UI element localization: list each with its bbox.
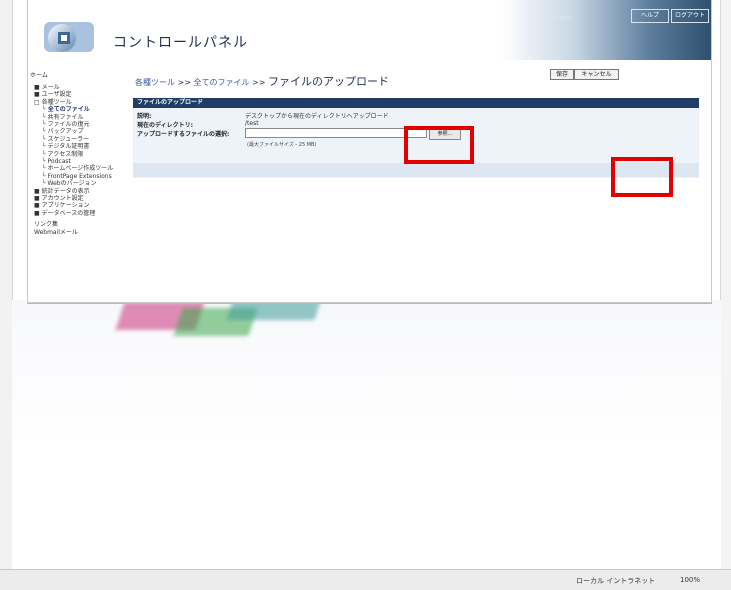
status-bar: ローカル イントラネット 100% [0, 569, 731, 590]
sidebar-item[interactable]: └ Podcast [42, 158, 71, 165]
help-link[interactable]: ヘルプ [631, 9, 669, 23]
background-wash [12, 300, 721, 570]
logo-icon [44, 22, 94, 52]
zoom-level[interactable]: 100% [680, 576, 700, 584]
user-id-label: ユーザID: [548, 15, 575, 22]
breadcrumb-tools[interactable]: 各種ツール [135, 78, 175, 87]
sidebar-item[interactable]: └ 共有ファイル [42, 114, 84, 121]
sidebar-item[interactable]: └ ホームページ作成ツール [42, 165, 113, 172]
sidebar-item[interactable]: Webmailメール [34, 229, 78, 236]
sidebar-item[interactable]: └ Webのバージョン [42, 180, 96, 187]
security-zone-label: ローカル イントラネット [576, 577, 656, 585]
sidebar-item[interactable]: └ バックアップ [42, 128, 84, 135]
sidebar-item[interactable]: └ FrontPage Extensions [42, 173, 112, 180]
save-button[interactable]: 保存 [550, 69, 574, 80]
breadcrumb: 各種ツール >> 全てのファイル >> ファイルのアップロード [135, 73, 389, 89]
upload-panel: ファイルのアップロード 説明: デスクトップから現在のディレクトリへアップロード… [133, 98, 699, 178]
logout-link[interactable]: ログアウト [671, 9, 709, 23]
sidebar-item[interactable]: └ ファイルの復元 [42, 121, 90, 128]
sidebar-item[interactable]: ■ データベースの管理 [34, 210, 95, 217]
sidebar-item[interactable]: └ 全てのファイル [42, 106, 90, 113]
panel-header: ファイルのアップロード [133, 98, 699, 108]
cancel-button[interactable]: キャンセル [574, 69, 619, 80]
sidebar-item[interactable]: └ アクセス制限 [42, 151, 83, 158]
sidebar-item[interactable]: ■ アカウント設定 [34, 195, 84, 202]
sidebar-item[interactable]: └ スケジューラー [42, 136, 89, 143]
file-select-label: アップロードするファイルの選択: [137, 131, 230, 138]
browser-scrollbar[interactable] [720, 0, 731, 590]
browse-button[interactable]: 参照... [429, 129, 461, 140]
breadcrumb-all-files[interactable]: 全てのファイル [194, 78, 250, 87]
button-bar [133, 163, 699, 177]
max-file-size-note: (最大ファイルサイズ - 25 MB) [247, 142, 317, 148]
sidebar-item[interactable]: □ 各種ツール [34, 99, 72, 106]
sidebar-home-link[interactable]: ホーム [30, 70, 48, 79]
sidebar-item[interactable]: └ デジタル証明書 [42, 143, 89, 150]
sidebar-item[interactable]: ■ ユーザ設定 [34, 91, 71, 98]
breadcrumb-separator: >> [177, 78, 191, 87]
header-banner: コントロールパネル ユーザID: ヘルプ ログアウト [28, 0, 711, 60]
sidebar-item[interactable]: ■ メール [34, 84, 60, 91]
control-panel-page: コントロールパネル ユーザID: ヘルプ ログアウト ホーム ■ メール ■ ユー… [27, 0, 712, 303]
breadcrumb-separator: >> [252, 78, 266, 87]
file-path-input[interactable] [245, 128, 427, 138]
description-row: 説明: デスクトップから現在のディレクトリへアップロード [133, 110, 699, 120]
page-title: コントロールパネル [113, 35, 248, 51]
sidebar-item[interactable]: ■ 統計データの表示 [34, 188, 90, 195]
sidebar-item[interactable]: ■ アプリケーション [34, 202, 89, 209]
directory-row: 現在のディレクトリ: /test [133, 119, 699, 129]
sidebar-item[interactable]: リンク集 [34, 221, 58, 228]
directory-value: /test [245, 120, 259, 127]
breadcrumb-current: ファイルのアップロード [268, 75, 389, 88]
